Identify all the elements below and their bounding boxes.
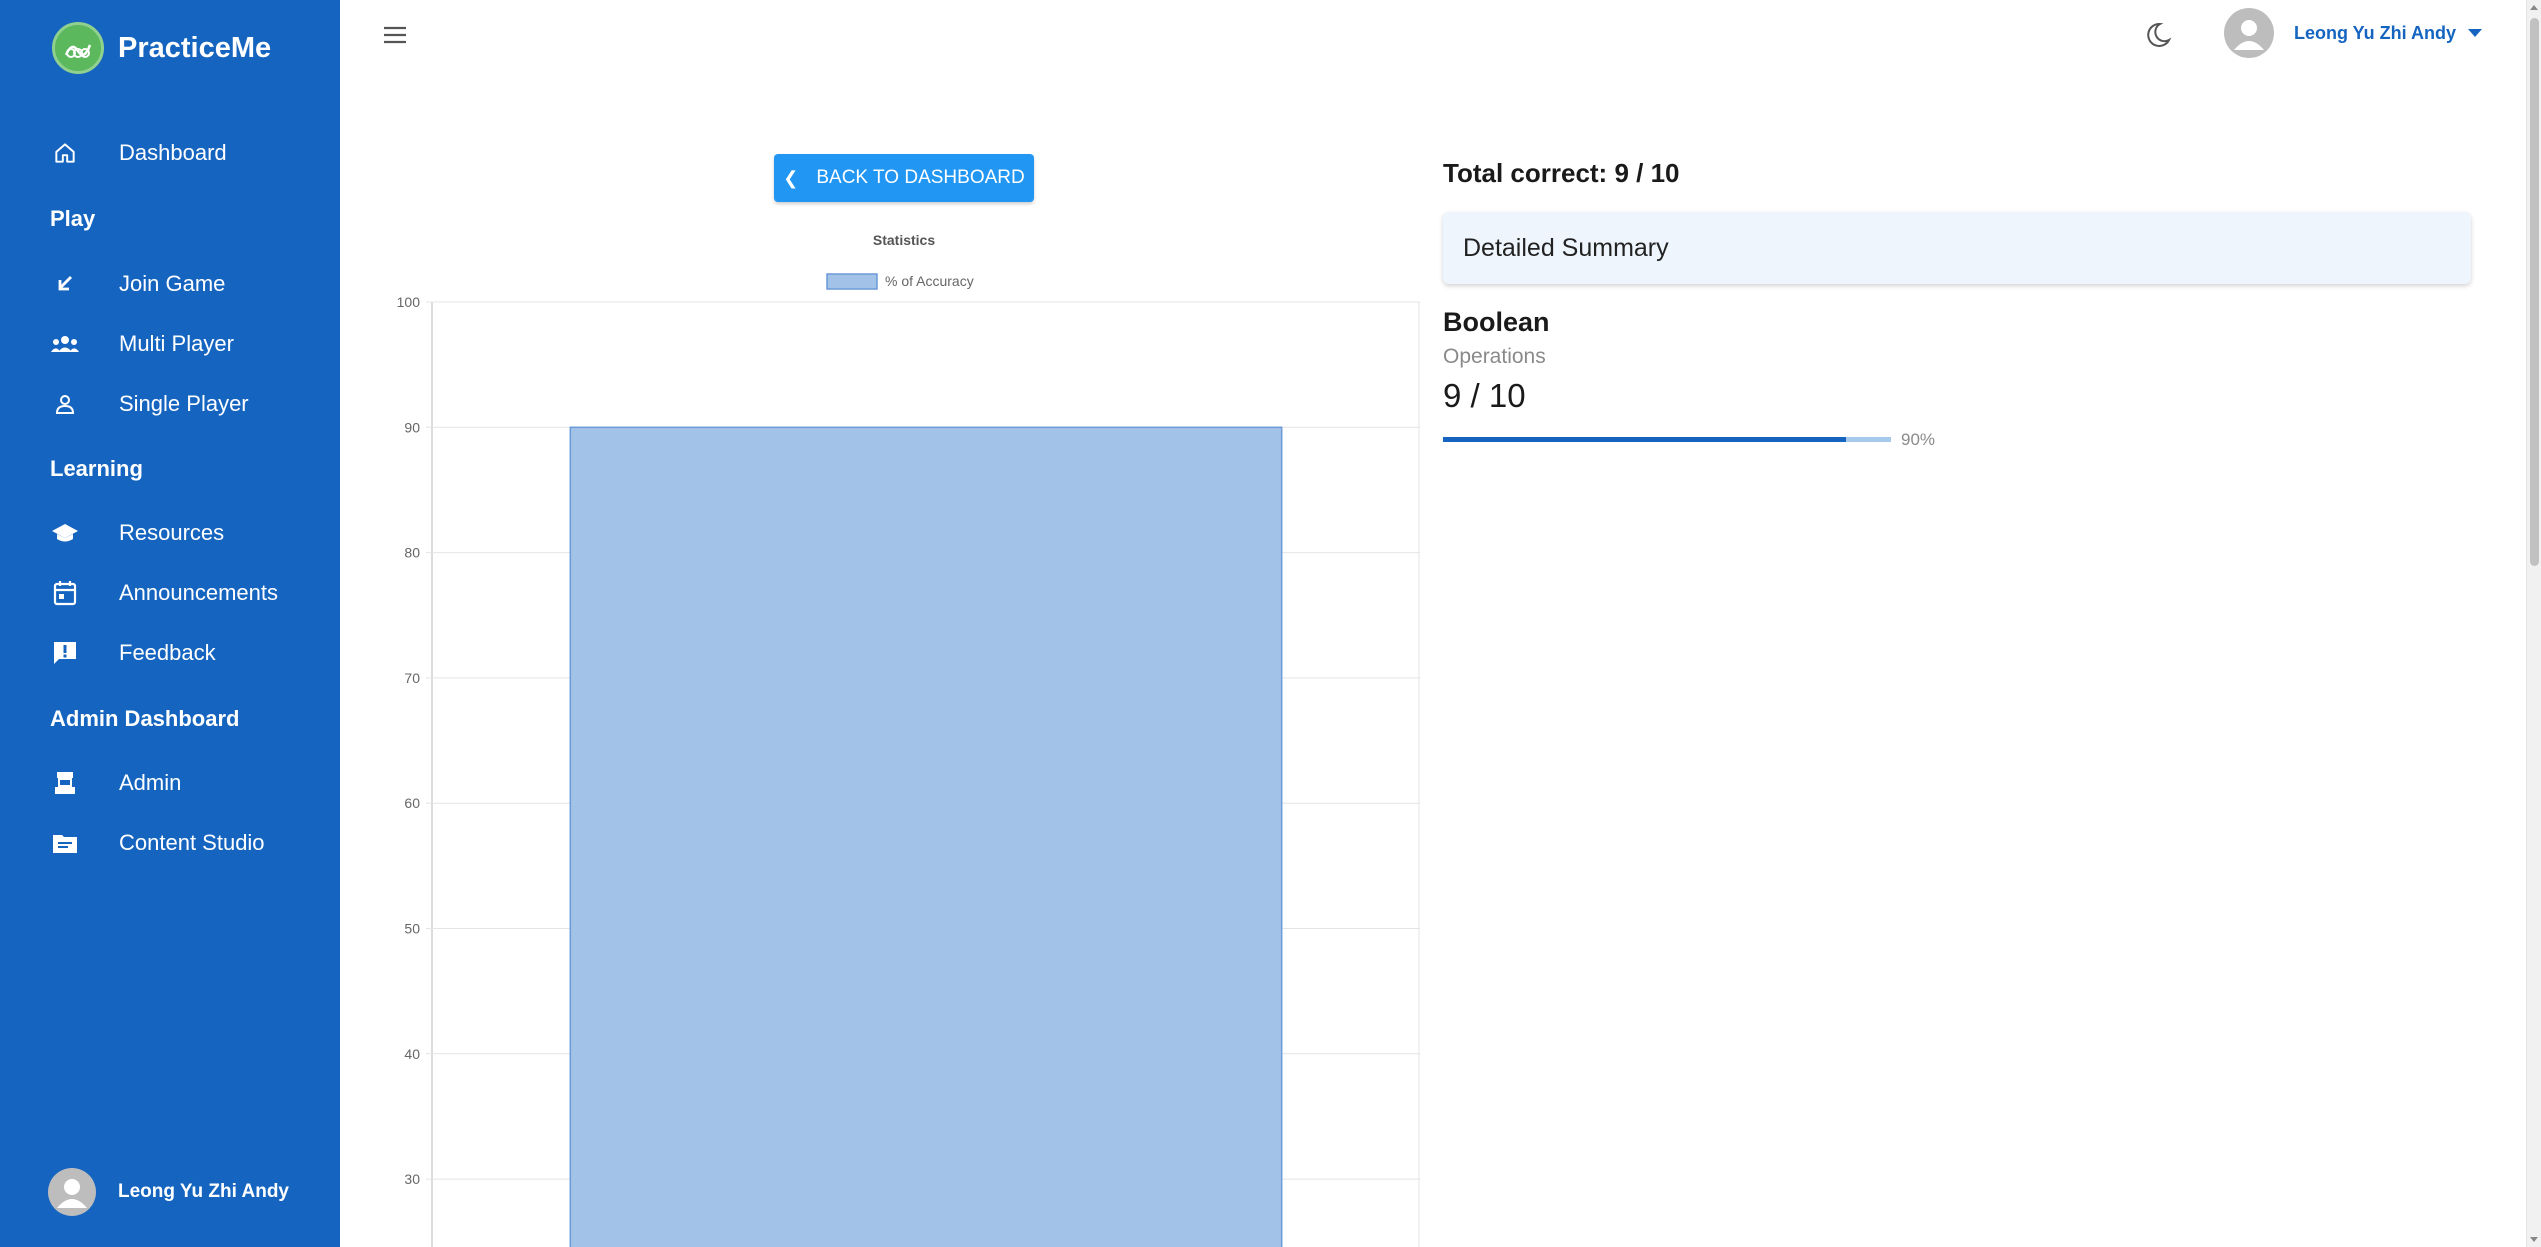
person-icon bbox=[50, 389, 80, 419]
y-tick-label: 80 bbox=[404, 545, 420, 561]
sidebar-item-join-game[interactable]: Join Game bbox=[0, 256, 340, 312]
admin-icon bbox=[50, 768, 80, 798]
sidebar-item-announcements[interactable]: Announcements bbox=[0, 565, 340, 621]
avatar bbox=[48, 1168, 96, 1216]
home-icon bbox=[50, 138, 80, 168]
caret-down-icon bbox=[2468, 29, 2482, 37]
sidebar-item-multi-player[interactable]: Multi Player bbox=[0, 316, 340, 372]
y-tick-label: 100 bbox=[397, 294, 421, 310]
sidebar-item-label: Content Studio bbox=[119, 830, 265, 855]
progress-label: 90% bbox=[1901, 430, 1936, 449]
back-to-dashboard-button[interactable]: ❮ BACK TO DASHBOARD bbox=[774, 154, 1034, 202]
topic-title: Boolean bbox=[1443, 307, 1550, 337]
folder-icon bbox=[50, 828, 80, 858]
sidebar-item-label: Admin bbox=[119, 770, 182, 795]
menu-icon[interactable] bbox=[380, 20, 410, 50]
detailed-summary-card[interactable]: Detailed Summary bbox=[1443, 212, 2471, 284]
brand[interactable]: PracticeMe bbox=[52, 22, 271, 74]
topic-score: 9 / 10 bbox=[1443, 377, 1526, 414]
scroll-down-icon[interactable] bbox=[2530, 1237, 2538, 1242]
dark-mode-icon[interactable] bbox=[2140, 18, 2174, 52]
y-tick-label: 40 bbox=[404, 1046, 420, 1062]
sidebar-item-content-studio[interactable]: Content Studio bbox=[0, 815, 340, 871]
section-play: Play bbox=[50, 206, 96, 231]
user-menu[interactable]: Leong Yu Zhi Andy bbox=[2224, 8, 2482, 58]
y-tick-label: 60 bbox=[404, 795, 420, 811]
sidebar-user-name: Leong Yu Zhi Andy bbox=[118, 1181, 289, 1202]
y-tick-label: 90 bbox=[404, 419, 420, 435]
sidebar-item-label: Multi Player bbox=[119, 331, 234, 356]
sidebar-user[interactable]: Leong Yu Zhi Andy bbox=[48, 1168, 289, 1216]
sidebar-item-label: Single Player bbox=[119, 391, 249, 416]
school-icon bbox=[50, 518, 80, 548]
avatar bbox=[2224, 8, 2274, 58]
back-button-label: BACK TO DASHBOARD bbox=[816, 167, 1025, 188]
arrow-down-left-icon bbox=[50, 269, 80, 299]
chevron-left-icon: ❮ bbox=[783, 167, 799, 188]
total-correct: Total correct: 9 / 10 bbox=[1443, 158, 1680, 188]
brand-name: PracticeMe bbox=[118, 31, 272, 64]
accuracy-chart: Statistics % of Accuracy 100 90 80 70 60 50 40… bbox=[397, 232, 1420, 1247]
summary-title: Detailed Summary bbox=[1463, 233, 1669, 262]
user-name: Leong Yu Zhi Andy bbox=[2294, 22, 2456, 43]
scrollbar[interactable] bbox=[2526, 0, 2541, 1247]
y-tick-label: 30 bbox=[404, 1171, 420, 1187]
sidebar-item-label: Announcements bbox=[119, 580, 278, 605]
sidebar-item-label: Resources bbox=[119, 520, 225, 545]
logo-icon bbox=[52, 22, 104, 74]
sidebar-item-label: Join Game bbox=[119, 271, 226, 296]
y-tick-label: 70 bbox=[404, 670, 420, 686]
progress-fill bbox=[1443, 437, 1847, 442]
sidebar-item-single-player[interactable]: Single Player bbox=[0, 376, 340, 432]
section-learning: Learning bbox=[50, 456, 143, 481]
feedback-icon bbox=[50, 638, 80, 668]
sidebar-item-dashboard[interactable]: Dashboard bbox=[0, 125, 340, 181]
legend-swatch bbox=[826, 273, 878, 290]
sidebar: PracticeMe Dashboard Play Join Game Mult… bbox=[0, 0, 340, 1247]
section-admin: Admin Dashboard bbox=[50, 706, 240, 731]
sidebar-item-feedback[interactable]: Feedback bbox=[0, 625, 340, 681]
sidebar-item-admin[interactable]: Admin bbox=[0, 755, 340, 811]
chart-title: Statistics bbox=[873, 232, 935, 248]
scroll-up-icon[interactable] bbox=[2530, 5, 2538, 10]
y-tick-label: 50 bbox=[404, 921, 420, 937]
subtopic-label: Operations bbox=[1443, 345, 1546, 368]
legend-label: % of Accuracy bbox=[885, 273, 974, 289]
scroll-thumb[interactable] bbox=[2530, 18, 2539, 566]
accuracy-bar[interactable] bbox=[569, 426, 1283, 1247]
sidebar-item-label: Dashboard bbox=[119, 140, 227, 165]
sidebar-item-resources[interactable]: Resources bbox=[0, 505, 340, 561]
calendar-icon bbox=[50, 578, 80, 608]
group-icon bbox=[50, 329, 80, 359]
progress-bar bbox=[1443, 437, 1891, 442]
sidebar-item-label: Feedback bbox=[119, 640, 216, 665]
